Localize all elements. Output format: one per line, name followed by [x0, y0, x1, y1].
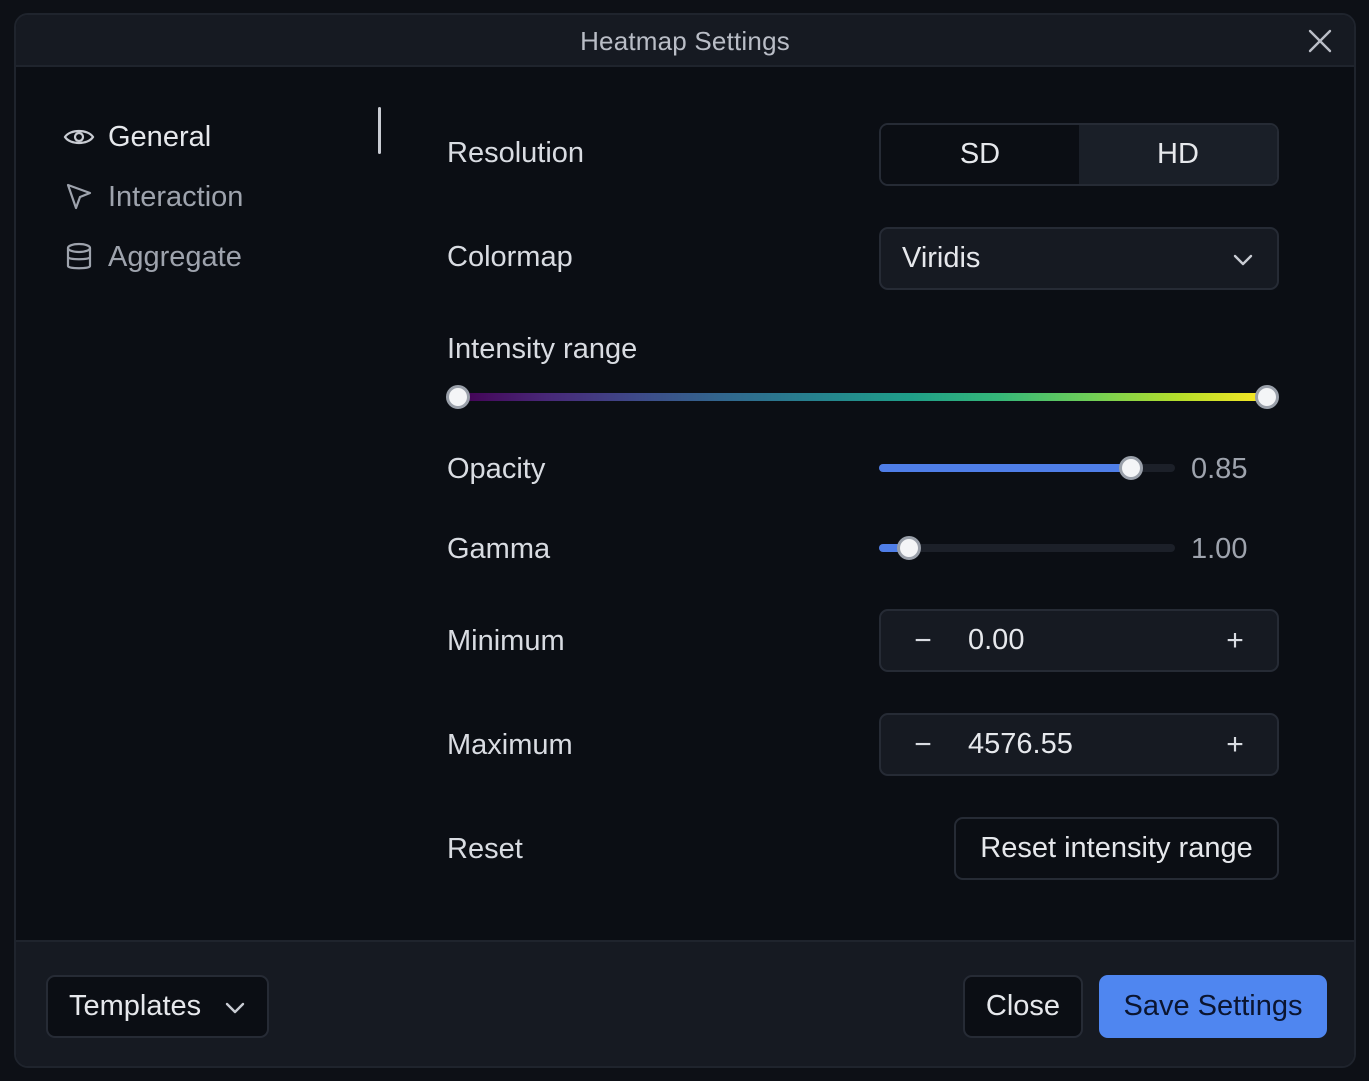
minimum-stepper: − 0.00 +	[879, 609, 1279, 672]
resolution-option-hd[interactable]: HD	[1079, 125, 1277, 184]
colormap-value: Viridis	[902, 242, 981, 274]
sidebar-item-interaction[interactable]: Interaction	[62, 167, 382, 227]
minimum-increment-button[interactable]: +	[1205, 611, 1265, 670]
chevron-down-icon	[223, 995, 247, 1028]
close-button[interactable]: Close	[963, 975, 1083, 1038]
close-icon[interactable]	[1306, 27, 1334, 55]
sidebar-item-aggregate[interactable]: Aggregate	[62, 227, 382, 287]
intensity-range-label: Intensity range	[447, 333, 638, 365]
opacity-slider-handle[interactable]	[1118, 456, 1143, 480]
cursor-icon	[62, 180, 96, 214]
intensity-range-high-handle[interactable]	[1255, 385, 1279, 409]
database-icon	[62, 240, 96, 274]
intensity-range-low-handle[interactable]	[446, 385, 470, 409]
colormap-label: Colormap	[447, 241, 573, 273]
gamma-slider[interactable]	[879, 544, 1175, 552]
opacity-label: Opacity	[447, 453, 546, 485]
opacity-slider-fill	[879, 464, 1131, 472]
minimum-decrement-button[interactable]: −	[893, 611, 953, 670]
sidebar-item-general[interactable]: General	[62, 107, 382, 167]
minimum-input[interactable]: 0.00	[968, 624, 1024, 657]
sidebar-item-label: General	[108, 120, 212, 153]
resolution-option-sd[interactable]: SD	[881, 125, 1079, 184]
reset-label: Reset	[447, 833, 523, 865]
intensity-range-slider[interactable]	[457, 393, 1269, 401]
dialog-titlebar: Heatmap Settings	[16, 15, 1354, 67]
maximum-input[interactable]: 4576.55	[968, 728, 1073, 761]
maximum-decrement-button[interactable]: −	[893, 715, 953, 774]
gamma-label: Gamma	[447, 533, 551, 565]
maximum-label: Maximum	[447, 729, 573, 761]
save-settings-button[interactable]: Save Settings	[1099, 975, 1327, 1038]
colormap-select[interactable]: Viridis	[879, 227, 1279, 290]
templates-dropdown[interactable]: Templates	[46, 975, 269, 1038]
reset-intensity-range-button[interactable]: Reset intensity range	[954, 817, 1279, 880]
eye-icon	[62, 120, 96, 154]
active-nav-indicator	[378, 107, 381, 154]
minimum-label: Minimum	[447, 625, 565, 657]
maximum-increment-button[interactable]: +	[1205, 715, 1265, 774]
templates-label: Templates	[69, 990, 202, 1022]
maximum-stepper: − 4576.55 +	[879, 713, 1279, 776]
chevron-down-icon	[1231, 247, 1255, 280]
dialog-footer: Templates Close Save Settings	[16, 940, 1354, 1066]
gamma-slider-handle[interactable]	[896, 536, 921, 560]
opacity-value: 0.85	[1191, 453, 1248, 485]
dialog-title: Heatmap Settings	[580, 26, 790, 56]
gamma-value: 1.00	[1191, 533, 1248, 565]
heatmap-settings-dialog: Heatmap Settings General Interaction Agg…	[14, 13, 1356, 1068]
sidebar-item-label: Aggregate	[108, 240, 242, 273]
sidebar-item-label: Interaction	[108, 180, 244, 213]
resolution-toggle[interactable]: SD HD	[879, 123, 1279, 186]
resolution-label: Resolution	[447, 137, 585, 169]
settings-sidebar: General Interaction Aggregate	[62, 107, 382, 287]
